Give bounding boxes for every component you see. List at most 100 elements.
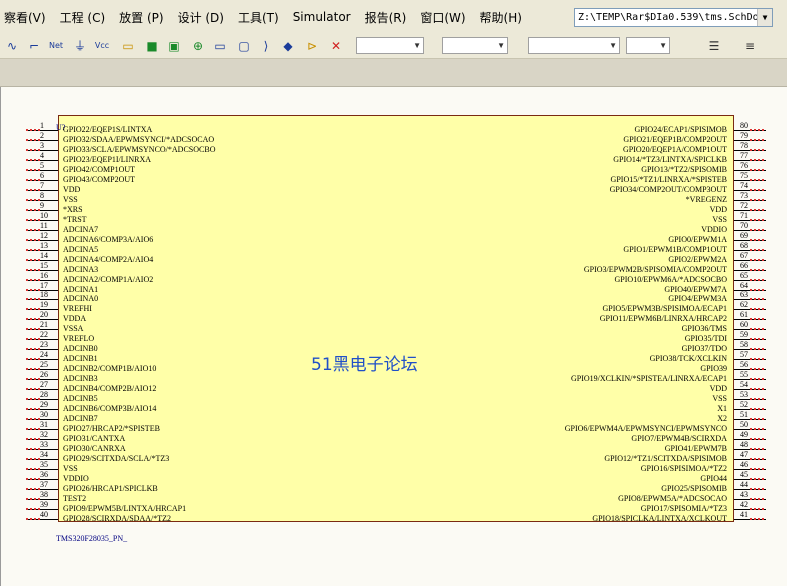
pin-hatch: [750, 159, 766, 161]
pin-number: 64: [740, 281, 748, 290]
compile-mask-icon[interactable]: ⊳: [304, 38, 320, 54]
sheet-entry-icon[interactable]: ▣: [166, 38, 182, 54]
net-label-icon[interactable]: Net: [48, 38, 64, 54]
pin-name: GPIO28/SCIRXDA/SDAA/*TZ2: [63, 514, 172, 523]
pin-number: 41: [740, 510, 748, 519]
pin-number: 10: [40, 211, 48, 220]
pin-number: 47: [740, 450, 748, 459]
directive-icon[interactable]: ⟩: [258, 38, 274, 54]
vcc-icon[interactable]: Vcc: [94, 38, 110, 54]
pin-number: 53: [740, 390, 748, 399]
pin-name: ADCINB1: [63, 354, 98, 363]
pin-name: ADCINA2/COMP1A/AIO2: [63, 275, 154, 284]
pin-name: GPIO0/EPWM1A: [668, 235, 727, 244]
no-erc-icon[interactable]: ◆: [280, 38, 296, 54]
pin-number: 79: [740, 131, 748, 140]
menu-design[interactable]: 设计 (D): [171, 9, 231, 26]
pin-number: 29: [40, 400, 48, 409]
pin-number: 73: [740, 191, 748, 200]
pin-name: GPIO29/SCITXDA/SCLA/*TZ3: [63, 454, 170, 463]
pin-name: ADCINB7: [63, 414, 98, 423]
bus-icon[interactable]: ⌐: [26, 38, 42, 54]
pin-hatch: [750, 308, 766, 310]
pin-number: 74: [740, 181, 748, 190]
menu-reports[interactable]: 报告(R): [358, 9, 414, 26]
pin-number: 8: [40, 191, 44, 200]
pin-name: VSS: [63, 195, 78, 204]
delete-icon[interactable]: ✕: [328, 38, 344, 54]
menu-tools[interactable]: 工具(T): [231, 9, 286, 26]
pin-number: 56: [740, 360, 748, 369]
pin-hatch: [750, 448, 766, 450]
pin-hatch: [750, 289, 766, 291]
line-style-icon[interactable]: ☰: [706, 38, 722, 54]
harness-icon[interactable]: ⊕: [190, 38, 206, 54]
align-icon[interactable]: ≡: [742, 38, 758, 54]
pin-name: *VREGENZ: [685, 195, 727, 204]
component-comment[interactable]: TMS320F28035_PN_: [56, 534, 127, 543]
pin-number: 66: [740, 261, 748, 270]
pin-name: GPIO35/TDI: [684, 334, 727, 343]
port-icon[interactable]: ▭: [212, 38, 228, 54]
pin-name: X1: [717, 404, 727, 413]
pin-number: 72: [740, 201, 748, 210]
menu-view[interactable]: 察看(V): [0, 9, 53, 26]
toolbar-combo-4[interactable]: ▼: [626, 37, 670, 54]
pin-hatch: [750, 279, 766, 281]
sheet-symbol-icon[interactable]: ■: [144, 38, 160, 54]
toolbar-combo-2[interactable]: ▼: [442, 37, 508, 54]
watermark-text: 51黑电子论坛: [311, 355, 418, 375]
menu-window[interactable]: 窗口(W): [413, 9, 472, 26]
chevron-down-icon: ▼: [413, 41, 421, 50]
pin-name: GPIO16/SPISIMOA/*TZ2: [640, 464, 727, 473]
pin-number: 9: [40, 201, 44, 210]
pin-hatch: [750, 398, 766, 400]
pin-name: GPIO12/*TZ1/SCITXDA/SPISIMOB: [604, 454, 727, 463]
pin-hatch: [750, 378, 766, 380]
off-sheet-icon[interactable]: ▢: [236, 38, 252, 54]
pin-name: VDDIO: [63, 474, 89, 483]
pin-number: 16: [40, 271, 48, 280]
part-icon[interactable]: ▭: [120, 38, 136, 54]
pin-name: GPIO41/EPWM7B: [664, 444, 727, 453]
pin-name: VSSA: [63, 324, 84, 333]
pin-number: 14: [40, 251, 48, 260]
pin-name: GPIO11/EPWM6B/LINRXA/HRCAP2: [599, 314, 727, 323]
pin-name: GPIO2/EPWM2A: [668, 255, 727, 264]
document-path-box[interactable]: Z:\TEMP\Rar$DIa0.539\tms.SchDoc ▼: [574, 8, 773, 27]
pin-name: ADCINA0: [63, 294, 99, 303]
pin-name: VDD: [63, 185, 81, 194]
menu-simulator[interactable]: Simulator: [286, 10, 358, 24]
pin-name: GPIO1/EPWM1B/COMP1OUT: [623, 245, 727, 254]
pin-hatch: [750, 269, 766, 271]
chevron-down-icon[interactable]: ▼: [757, 9, 772, 26]
pin-name: VSS: [63, 464, 78, 473]
pin-number: 34: [40, 450, 48, 459]
pin-hatch: [750, 438, 766, 440]
pin-name: VSS: [712, 215, 727, 224]
wire-icon[interactable]: ∿: [4, 38, 20, 54]
pin-hatch: [750, 518, 766, 520]
pin-number: 11: [40, 221, 48, 230]
menu-place[interactable]: 放置 (P): [112, 9, 170, 26]
pin-hatch: [750, 239, 766, 241]
pin-number: 65: [740, 271, 748, 280]
pin-name: VDD: [709, 205, 727, 214]
pin-number: 31: [40, 420, 48, 429]
pin-name: GPIO9/EPWM5B/LINTXA/HRCAP1: [63, 504, 187, 513]
pin-name: ADCINB2/COMP1B/AIO10: [63, 364, 157, 373]
pin-number: 40: [40, 510, 48, 519]
toolbar-combo-3[interactable]: ▼: [528, 37, 620, 54]
pin-number: 62: [740, 300, 748, 309]
pin-name: GPIO37/TDO: [681, 344, 727, 353]
pin-name: VDD: [709, 384, 727, 393]
toolbar-combo-1[interactable]: ▼: [356, 37, 424, 54]
pin-name: GPIO33/SCLA/EPWMSYNCO/*ADCSOCBO: [63, 145, 216, 154]
pin-number: 68: [740, 241, 748, 250]
menu-project[interactable]: 工程 (C): [53, 9, 113, 26]
gnd-icon[interactable]: ⏚: [72, 38, 88, 54]
menu-help[interactable]: 帮助(H): [473, 9, 529, 26]
pin-number: 30: [40, 410, 48, 419]
pin-hatch: [750, 249, 766, 251]
pin-number: 19: [40, 300, 48, 309]
